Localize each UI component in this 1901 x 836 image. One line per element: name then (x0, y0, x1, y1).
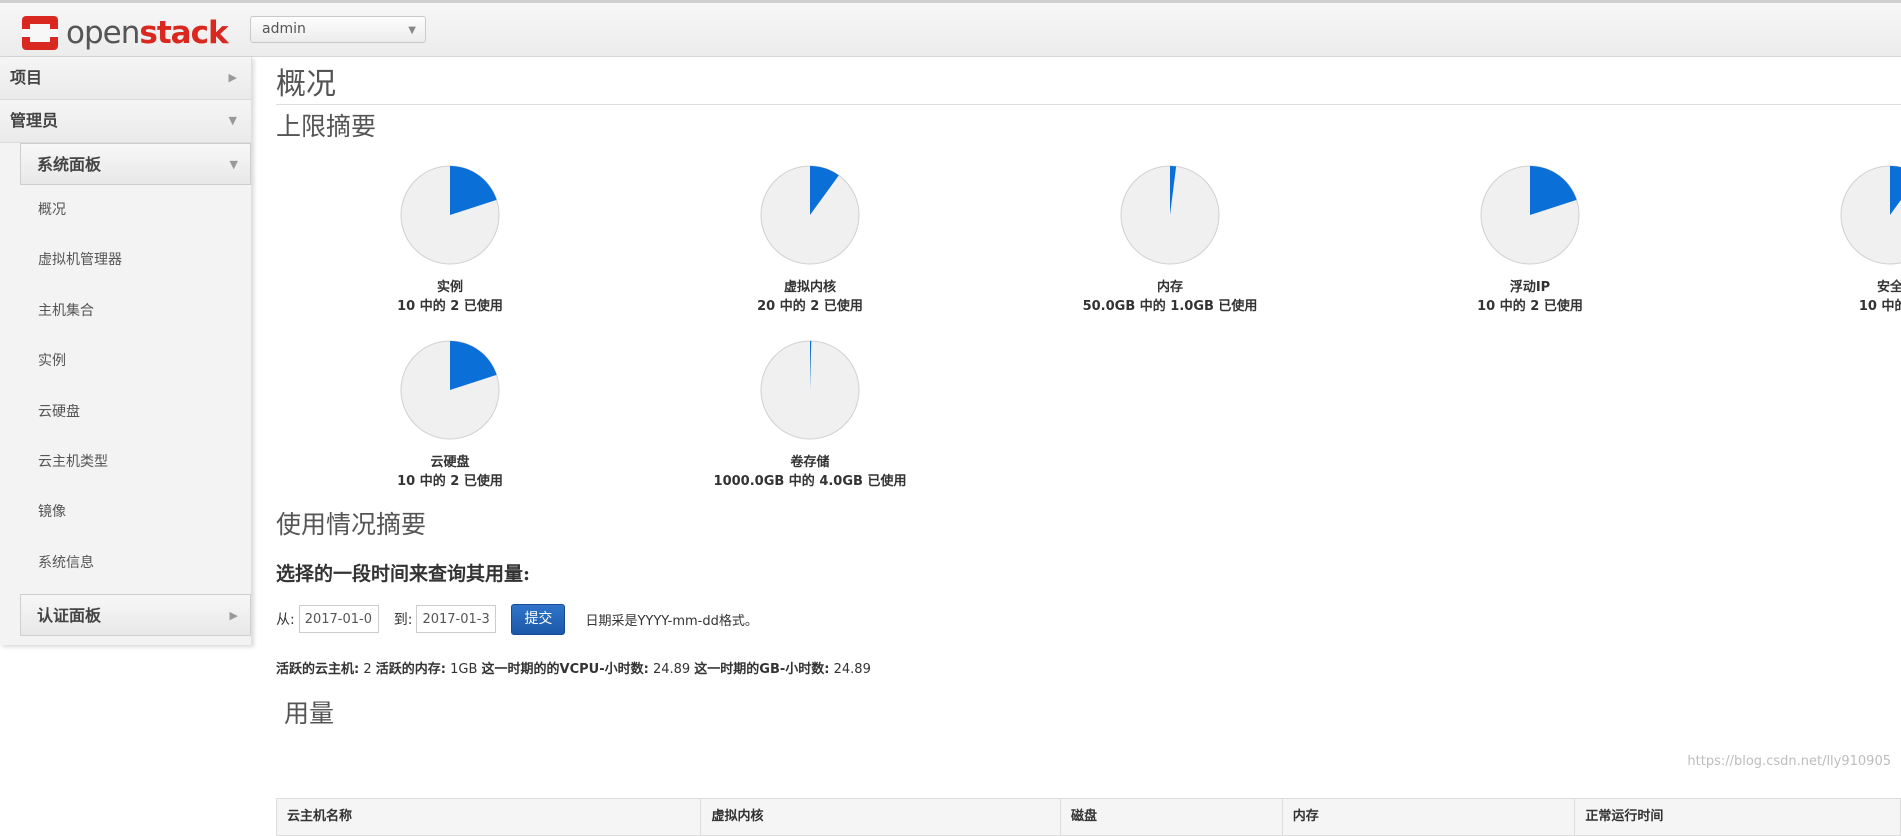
sidebar-item-images[interactable]: 镜像 (0, 487, 251, 537)
quota-name: 安全 (1876, 280, 1901, 295)
sidebar-item-hypervisors[interactable]: 虚拟机管理器 (0, 235, 251, 285)
quota-pie-chart (1120, 165, 1220, 265)
usage-table-header: 云主机名称 虚拟内核 磁盘 内存 正常运行时间 (276, 798, 1901, 836)
quota-pie-0: 实例 10 中的 2 已使用 (320, 164, 580, 316)
date-format-hint: 日期采是YYYY-mm-dd格式。 (585, 613, 758, 629)
quota-name: 内存 (1156, 280, 1183, 295)
limits-summary-title: 上限摘要 (276, 112, 377, 141)
quota-label: 内存 50.0GB 中的 1.0GB 已使用 (1040, 278, 1300, 316)
quota-label: 虚拟内核 20 中的 2 已使用 (680, 278, 940, 316)
active-instances-label: 活跃的云主机: (276, 662, 360, 677)
to-label: 到: (393, 612, 413, 628)
quota-usage-text: 20 中的 2 已使用 (757, 299, 863, 314)
sidebar-item-overview[interactable]: 概况 (0, 185, 251, 235)
quota-pie-6: 卷存储 1000.0GB 中的 4.0GB 已使用 (680, 339, 940, 491)
sidebar-panel-identity[interactable]: 认证面板 ▶ (20, 594, 251, 637)
query-period-title: 选择的一段时间来查询其用量: (276, 563, 531, 585)
quota-pie-5: 云硬盘 10 中的 2 已使用 (320, 339, 580, 491)
active-ram-value: 1GB (450, 662, 478, 677)
sidebar-item-label: 管理员 (10, 111, 59, 130)
from-label: 从: (276, 612, 295, 628)
column-header-ram[interactable]: 内存 (1283, 799, 1576, 835)
quota-usage-text: 10 中的 1 (1858, 299, 1901, 314)
quota-pie-chart (400, 165, 500, 265)
quota-pie-chart (1840, 165, 1901, 265)
quota-usage-text: 10 中的 2 已使用 (1477, 299, 1583, 314)
column-header-disk[interactable]: 磁盘 (1061, 799, 1283, 835)
quota-name: 卷存储 (790, 455, 830, 470)
sidebar-item-host-aggregates[interactable]: 主机集合 (0, 286, 251, 336)
project-select[interactable]: admin ▼ (250, 16, 426, 43)
quota-pie-4: 安全 10 中的 1 (1760, 164, 1901, 316)
chevron-right-icon: ▶ (229, 609, 238, 623)
chevron-down-icon: ▼ (229, 158, 238, 171)
vcpu-hours-label: 这一时期的的VCPU-小时数: (481, 662, 649, 677)
sidebar-panel-system[interactable]: 系统面板 ▼ (20, 143, 251, 185)
quota-usage-text: 10 中的 2 已使用 (397, 299, 503, 314)
quota-usage-text: 1000.0GB 中的 4.0GB 已使用 (713, 474, 907, 489)
quota-label: 云硬盘 10 中的 2 已使用 (320, 453, 580, 491)
quota-pie-chart (760, 165, 860, 265)
column-header-vcpus[interactable]: 虚拟内核 (701, 799, 1062, 835)
quota-name: 实例 (436, 280, 463, 295)
quota-pie-chart (400, 340, 500, 440)
sidebar-item-project[interactable]: 项目 ▶ (0, 57, 251, 100)
sidebar-item-instances[interactable]: 实例 (0, 336, 251, 386)
quota-label: 实例 10 中的 2 已使用 (320, 278, 580, 316)
openstack-wordmark: openstack (66, 15, 229, 51)
quota-pie-chart (1480, 165, 1580, 265)
sidebar-item-system-info[interactable]: 系统信息 (0, 538, 251, 588)
chevron-down-icon: ▼ (228, 114, 237, 127)
openstack-logo-icon (20, 14, 60, 52)
chevron-right-icon: ▶ (228, 71, 237, 84)
page-title: 概况 (276, 67, 336, 102)
openstack-logo[interactable]: openstack (20, 13, 229, 53)
sidebar-panel-label: 认证面板 (37, 606, 102, 626)
title-divider (276, 104, 1901, 105)
top-navbar: openstack admin ▼ (0, 0, 1901, 57)
quota-pie-chart (760, 340, 860, 440)
quota-name: 虚拟内核 (783, 280, 836, 295)
usage-summary-title: 使用情况摘要 (276, 510, 427, 539)
chevron-down-icon: ▼ (408, 25, 416, 36)
quota-label: 卷存储 1000.0GB 中的 4.0GB 已使用 (680, 453, 940, 491)
submit-button[interactable]: 提交 (511, 603, 566, 635)
quota-name: 云硬盘 (430, 455, 470, 470)
quota-pie-2: 内存 50.0GB 中的 1.0GB 已使用 (1040, 164, 1300, 316)
quota-usage-text: 50.0GB 中的 1.0GB 已使用 (1082, 299, 1258, 314)
project-select-value: admin (262, 21, 306, 37)
sidebar-item-volumes[interactable]: 云硬盘 (0, 387, 251, 437)
quota-label: 浮动IP 10 中的 2 已使用 (1400, 278, 1660, 316)
quota-pie-1: 虚拟内核 20 中的 2 已使用 (680, 164, 940, 316)
to-date-input[interactable] (416, 605, 497, 633)
column-header-instance-name[interactable]: 云主机名称 (277, 799, 702, 835)
usage-table-title: 用量 (284, 699, 335, 728)
sidebar-item-flavors[interactable]: 云主机类型 (0, 437, 251, 487)
active-ram-label: 活跃的内存: (375, 662, 446, 677)
gb-hours-label: 这一时期的GB-小时数: (694, 662, 830, 677)
sidebar-panel-label: 系统面板 (37, 155, 102, 174)
column-header-uptime[interactable]: 正常运行时间 (1575, 799, 1900, 835)
usage-stats: 活跃的云主机: 2 活跃的内存: 1GB 这一时期的的VCPU-小时数: 24.… (276, 658, 871, 677)
gb-hours-value: 24.89 (833, 662, 871, 677)
quota-usage-text: 10 中的 2 已使用 (397, 474, 503, 489)
sidebar-item-admin[interactable]: 管理员 ▼ (0, 100, 251, 143)
active-instances-value: 2 (363, 662, 372, 677)
sidebar-item-label: 项目 (10, 68, 43, 87)
watermark: https://blog.csdn.net/lly910905 (1687, 754, 1891, 769)
date-range-form: 从: 到: 提交 日期采是YYYY-mm-dd格式。 (276, 603, 758, 635)
quota-label: 安全 10 中的 1 (1760, 278, 1901, 316)
quota-pie-3: 浮动IP 10 中的 2 已使用 (1400, 164, 1660, 316)
sidebar: 项目 ▶ 管理员 ▼ 系统面板 ▼ 概况 虚拟机管理器 主机集合 实例 云硬盘 … (0, 57, 252, 645)
from-date-input[interactable] (298, 605, 379, 633)
quota-name: 浮动IP (1509, 280, 1551, 295)
vcpu-hours-value: 24.89 (652, 662, 691, 677)
